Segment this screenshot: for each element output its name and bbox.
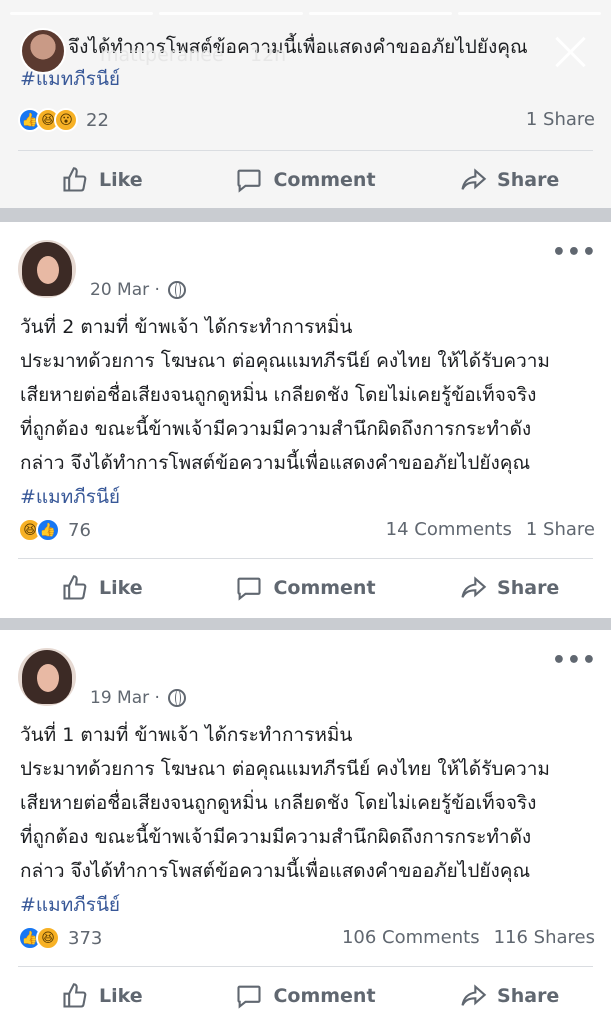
wow-reaction-icon: 😮 (54, 108, 78, 132)
haha-reaction-icon: 😆 (36, 926, 60, 950)
reaction-summary[interactable]: 👍 😆 373 (18, 924, 102, 952)
share-label: Share (497, 169, 560, 191)
post-date: 19 Mar · (90, 688, 186, 708)
post-text-line: ที่ถูกต้อง ขณะนี้ข้าพเจ้ามีความมีความสำน… (20, 418, 532, 440)
like-button[interactable]: Like (0, 166, 204, 194)
like-button[interactable]: Like (0, 982, 204, 1010)
share-count[interactable]: 1 Share (526, 519, 595, 540)
post-text-line: เสียหายต่อชื่อเสียงจนถูกดูหมิ่น เกลียดชั… (20, 792, 537, 814)
thumbs-up-icon (63, 167, 87, 192)
reaction-count: 22 (86, 109, 109, 131)
story-progress-segment (308, 12, 452, 15)
story-progress-segment (457, 12, 601, 15)
post-date-text[interactable]: 19 Mar · (90, 688, 160, 708)
like-reaction-icon: 👍 (36, 518, 60, 542)
post-stats: 106 Comments 116 Shares (342, 924, 595, 952)
action-bar: Like Comment Share (0, 156, 611, 204)
close-icon[interactable] (551, 32, 591, 72)
reaction-summary[interactable]: 👍 😆 😮 22 (18, 106, 109, 134)
reaction-summary[interactable]: 😆 👍 76 (18, 516, 91, 544)
share-label: Share (497, 985, 560, 1007)
story-progress-bar (10, 12, 601, 15)
reaction-count: 76 (68, 519, 91, 541)
reaction-count: 373 (68, 927, 103, 949)
comment-icon (237, 985, 262, 1009)
more-options-icon[interactable]: ••• (552, 240, 597, 265)
share-label: Share (497, 577, 560, 599)
like-label: Like (99, 169, 143, 191)
comment-count[interactable]: 106 Comments (342, 927, 480, 948)
globe-icon (167, 281, 186, 299)
post-cropped: mattperanee 12h จึงได้ทำการโพสต์ข้อความน… (0, 0, 611, 208)
comment-label: Comment (273, 985, 376, 1007)
story-header: mattperanee 12h (20, 24, 591, 74)
share-count[interactable]: 1 Share (526, 109, 595, 130)
comment-button[interactable]: Comment (204, 166, 408, 194)
like-label: Like (99, 577, 143, 599)
post-text-line: ประมาทด้วยการ โฆษณา ต่อคุณแมทภีรนีย์ คงไ… (20, 350, 550, 372)
story-time: 12h (250, 44, 287, 66)
share-icon (461, 576, 487, 598)
globe-icon (167, 689, 186, 707)
share-icon (461, 168, 487, 190)
comment-label: Comment (273, 577, 376, 599)
post-text-line: ประมาทด้วยการ โฆษณา ต่อคุณแมทภีรนีย์ คงไ… (20, 758, 550, 780)
story-avatar[interactable] (20, 28, 66, 74)
action-bar: Like Comment Share (0, 972, 611, 1020)
thumbs-up-icon (63, 983, 87, 1008)
like-label: Like (99, 985, 143, 1007)
comment-count[interactable]: 14 Comments (386, 519, 512, 540)
divider (18, 558, 593, 559)
post-text-line: วันที่ 2 ตามที่ ข้าพเจ้า ได้กระทำการหมิ่… (20, 316, 353, 338)
comment-label: Comment (273, 169, 376, 191)
story-progress-segment (159, 12, 303, 15)
post-text-line: กล่าว จึงได้ทำการโพสต์ข้อความนี้เพื่อแสด… (20, 452, 531, 474)
post-text-line: วันที่ 1 ตามที่ ข้าพเจ้า ได้กระทำการหมิ่… (20, 724, 353, 746)
share-icon (461, 984, 487, 1006)
avatar[interactable] (18, 240, 76, 298)
post-date: 20 Mar · (90, 280, 186, 300)
post-date-text[interactable]: 20 Mar · (90, 280, 160, 300)
action-bar: Like Comment Share (0, 564, 611, 612)
thumbs-up-icon (63, 575, 87, 600)
post-text-line: ที่ถูกต้อง ขณะนี้ข้าพเจ้ามีความมีความสำน… (20, 826, 532, 848)
comment-icon (237, 577, 262, 601)
share-button[interactable]: Share (407, 574, 611, 602)
like-button[interactable]: Like (0, 574, 204, 602)
comment-button[interactable]: Comment (204, 574, 408, 602)
post-hashtag[interactable]: #แมทภีรนีย์ (20, 888, 120, 922)
post-card: 20 Mar · ••• วันที่ 2 ตามที่ ข้าพเจ้า ได… (0, 222, 611, 618)
share-button[interactable]: Share (407, 166, 611, 194)
divider (18, 966, 593, 967)
comment-icon (237, 169, 262, 193)
more-options-icon[interactable]: ••• (552, 648, 597, 673)
post-stats: 1 Share (526, 106, 595, 134)
avatar[interactable] (18, 648, 76, 706)
post-hashtag[interactable]: #แมทภีรนีย์ (20, 480, 120, 514)
story-username[interactable]: mattperanee (100, 44, 224, 66)
post-stats: 14 Comments 1 Share (386, 516, 595, 544)
divider (18, 150, 593, 151)
post-text-line: เสียหายต่อชื่อเสียงจนถูกดูหมิ่น เกลียดชั… (20, 384, 537, 406)
share-count[interactable]: 116 Shares (494, 927, 595, 948)
post-text-line: กล่าว จึงได้ทำการโพสต์ข้อความนี้เพื่อแสด… (20, 860, 531, 882)
story-progress-segment (10, 12, 154, 15)
share-button[interactable]: Share (407, 982, 611, 1010)
post-card: 19 Mar · ••• วันที่ 1 ตามที่ ข้าพเจ้า ได… (0, 630, 611, 1024)
comment-button[interactable]: Comment (204, 982, 408, 1010)
